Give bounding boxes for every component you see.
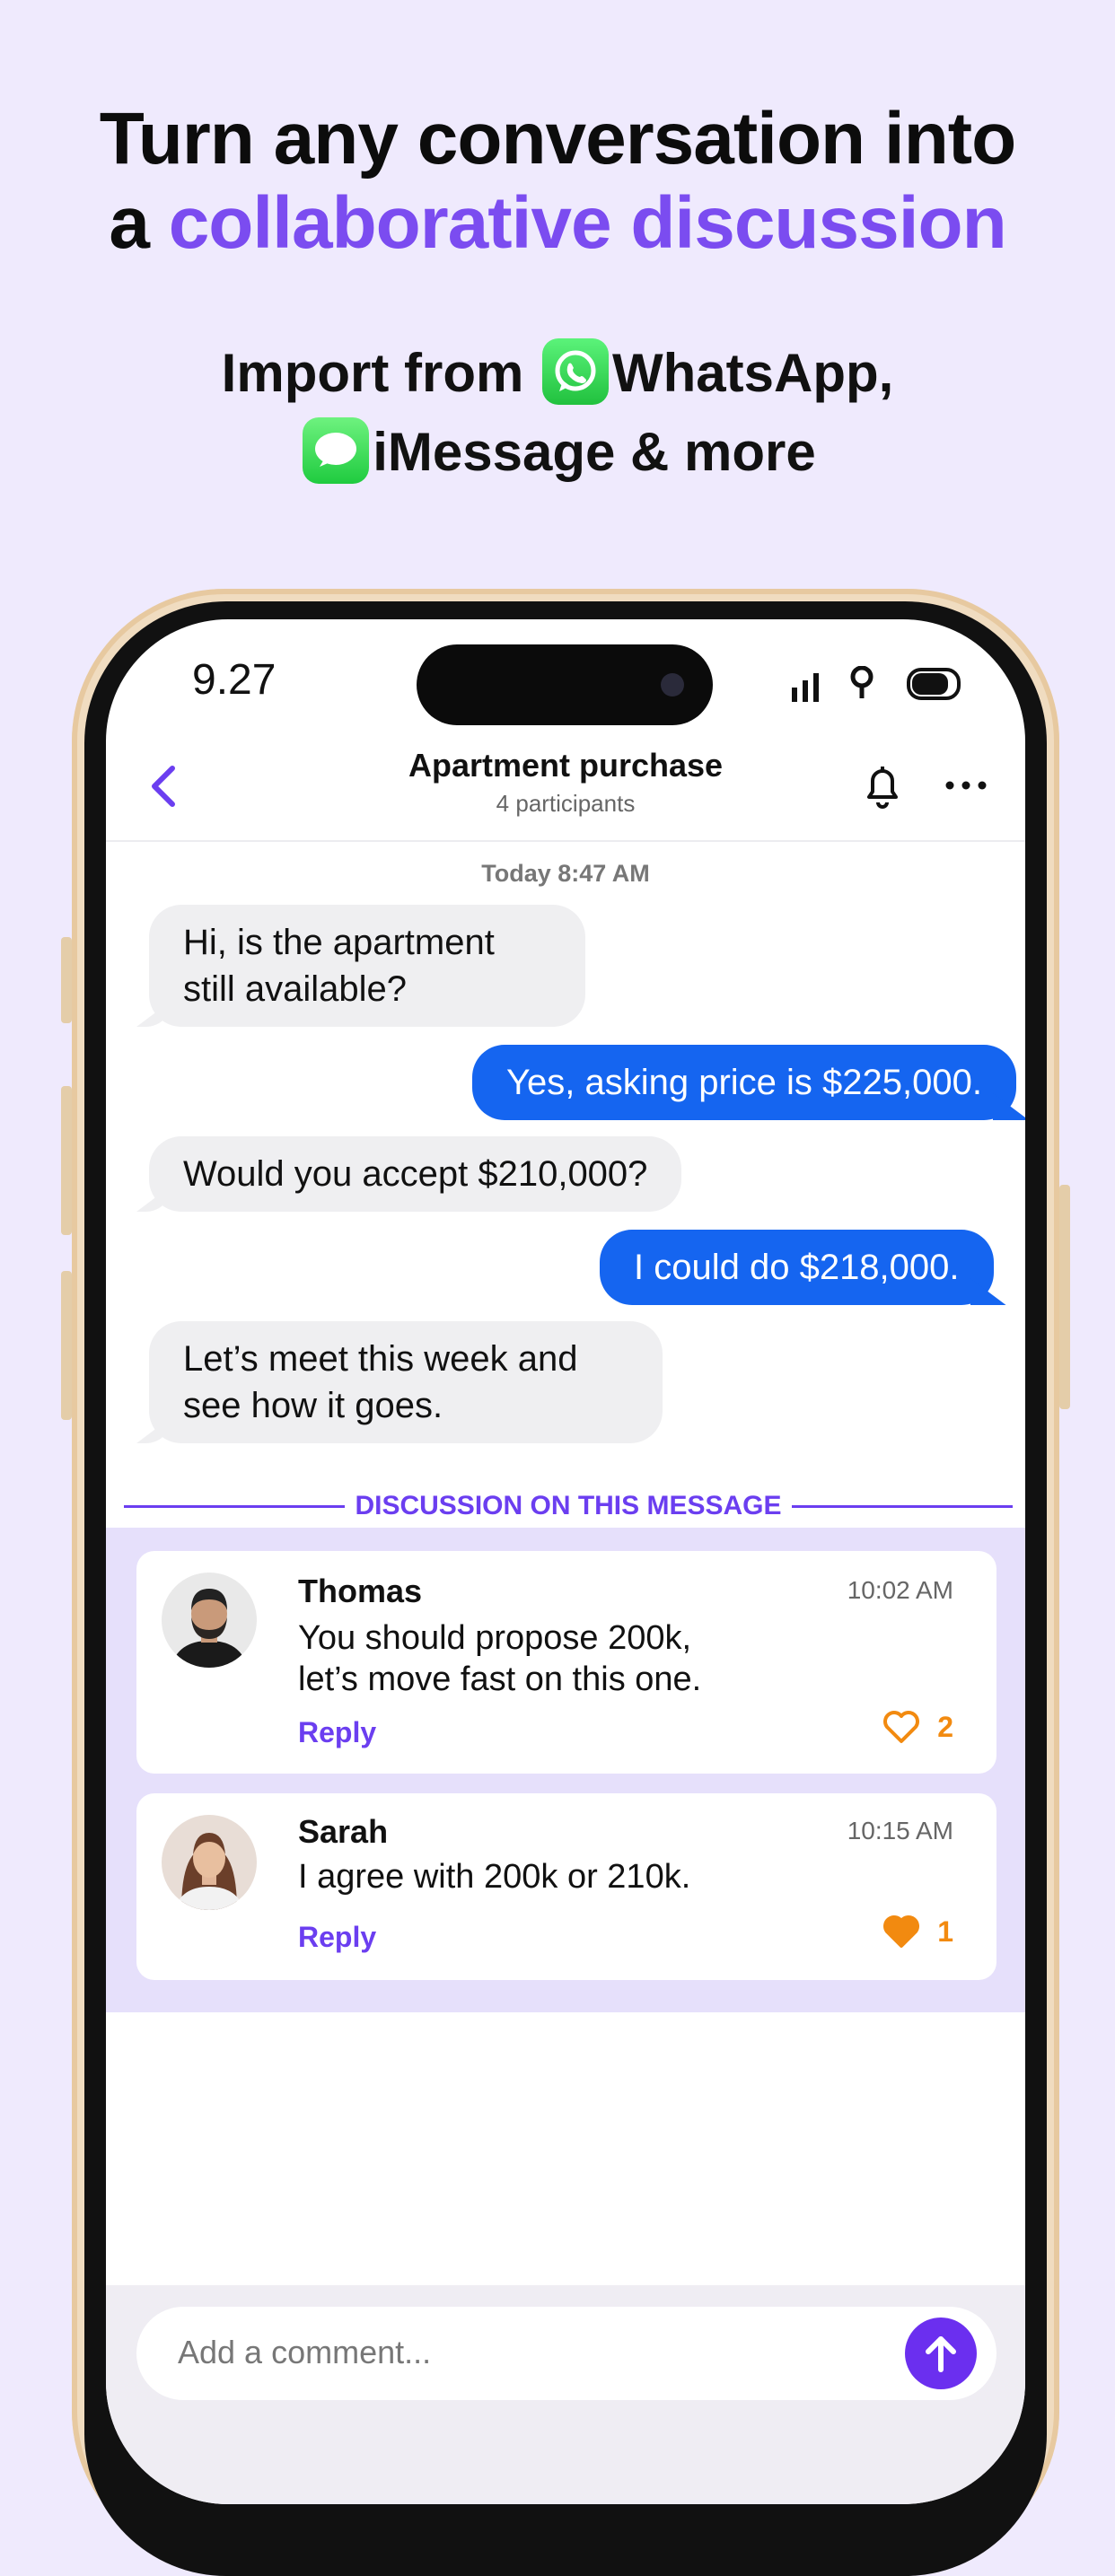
message-incoming[interactable]: Let’s meet this week and see how it goes… — [149, 1321, 663, 1443]
front-camera — [661, 673, 684, 697]
side-button-power — [1059, 1185, 1070, 1409]
message-text-line: Hi, is the apartment — [183, 923, 495, 962]
chat-header: Apartment purchase 4 participants — [106, 736, 1025, 842]
comment-author: Sarah — [298, 1813, 389, 1850]
whatsapp-icon — [542, 338, 609, 406]
headline-line-2-prefix: a — [109, 182, 169, 264]
imessage-icon — [303, 417, 370, 485]
message-incoming[interactable]: Hi, is the apartment still available? — [149, 905, 585, 1027]
import-subline: Import from WhatsApp, iMessage & more — [0, 334, 1115, 492]
imessage-label: iMessage & more — [373, 422, 816, 482]
status-time: 9.27 — [192, 656, 277, 704]
side-button-mute — [61, 937, 72, 1023]
comment-time: 10:02 AM — [847, 1576, 953, 1604]
dynamic-island — [417, 644, 713, 725]
side-button-volume-down — [61, 1271, 72, 1420]
comment-text-line: You should propose 200k, — [298, 1619, 692, 1657]
comment-card: Sarah 10:15 AM I agree with 200k or 210k… — [136, 1793, 996, 1980]
location-icon — [850, 666, 874, 698]
comment-card: Thomas 10:02 AM You should propose 200k,… — [136, 1551, 996, 1774]
reply-button[interactable]: Reply — [298, 1716, 376, 1749]
bell-icon[interactable] — [860, 761, 905, 811]
comment-text-line: let’s move fast on this one. — [298, 1660, 702, 1698]
status-icons — [792, 666, 961, 702]
arrow-up-icon — [926, 2336, 956, 2372]
comment-time: 10:15 AM — [847, 1817, 953, 1844]
headline-line-2: a collaborative discussion — [0, 181, 1115, 266]
more-options-icon[interactable] — [939, 772, 993, 799]
message-outgoing[interactable]: I could do $218,000. — [600, 1230, 994, 1305]
import-line-2: iMessage & more — [0, 413, 1115, 492]
message-outgoing[interactable]: Yes, asking price is $225,000. — [472, 1045, 1016, 1120]
heart-filled-icon — [883, 1914, 920, 1948]
headline-accent: collaborative discussion — [168, 182, 1007, 264]
headline-line-1: Turn any conversation into — [99, 98, 1016, 180]
send-button[interactable] — [905, 2318, 977, 2389]
message-incoming[interactable]: Would you accept $210,000? — [149, 1136, 682, 1212]
avatar-sarah — [162, 1815, 257, 1910]
discussion-divider: DISCUSSION ON THIS MESSAGE — [124, 1486, 1013, 1526]
message-text-line: see how it goes. — [183, 1386, 443, 1425]
reply-button[interactable]: Reply — [298, 1921, 376, 1954]
comment-input[interactable]: Add a comment... — [136, 2307, 996, 2400]
like-button[interactable]: 1 — [882, 1914, 953, 1952]
comment-composer: Add a comment... — [106, 2285, 1025, 2504]
side-button-volume-up — [61, 1086, 72, 1235]
import-line-1: Import from WhatsApp, — [0, 334, 1115, 413]
comment-author: Thomas — [298, 1573, 423, 1609]
like-count: 2 — [937, 1711, 953, 1743]
heart-outline-icon — [883, 1710, 920, 1743]
like-button[interactable]: 2 — [882, 1710, 953, 1748]
avatar-thomas — [162, 1573, 257, 1668]
message-text-line: Let’s meet this week and — [183, 1339, 578, 1379]
discussion-panel: Thomas 10:02 AM You should propose 200k,… — [106, 1528, 1025, 2012]
comment-placeholder: Add a comment... — [178, 2334, 432, 2370]
headline: Turn any conversation into a collaborati… — [0, 97, 1115, 266]
message-text-line: still available? — [183, 969, 408, 1009]
signal-icon — [792, 673, 819, 702]
comment-text-line: I agree with 200k or 210k. — [298, 1858, 691, 1896]
whatsapp-label: WhatsApp, — [612, 343, 894, 403]
import-label: Import from — [221, 343, 539, 403]
discussion-label: DISCUSSION ON THIS MESSAGE — [355, 1491, 782, 1520]
battery-icon — [907, 668, 961, 700]
date-separator: Today 8:47 AM — [481, 860, 650, 887]
like-count: 1 — [937, 1915, 953, 1948]
phone-screen: 9.27 Apartment purchase 4 participants T… — [106, 619, 1025, 2504]
